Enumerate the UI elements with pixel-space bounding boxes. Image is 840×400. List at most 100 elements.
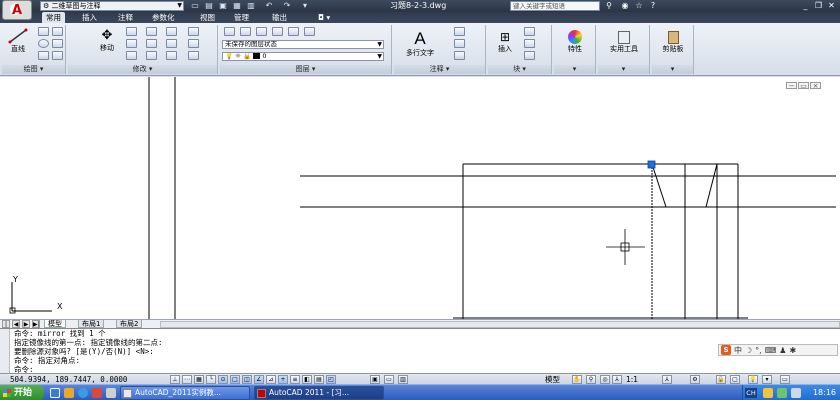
dimension-icon[interactable] [454,27,465,36]
infer-constraints-toggle[interactable]: ⊥ [170,375,180,384]
internet-explorer-icon[interactable] [78,388,88,398]
grid-display-toggle[interactable]: ▦ [194,375,204,384]
hatch-icon[interactable] [52,39,63,48]
tab-annotate[interactable]: 注释 [114,12,137,23]
layer-off-icon[interactable] [272,27,283,36]
steeringwheel-icon[interactable]: ◎ [600,375,610,384]
explorer-icon[interactable] [64,388,74,398]
workspace-switching-icon[interactable]: ⚙ [690,375,700,384]
toolbar-lock-icon[interactable]: 🔒 [716,375,726,384]
utilities-panel-expand[interactable]: ▾ [598,65,649,74]
quick-access-dropdown-icon[interactable]: ▾ [300,1,310,11]
isolate-objects-icon[interactable]: 💡 [748,375,758,384]
workspace-select[interactable]: ⚙ 二维草图与注释 ▼ [40,1,184,11]
tray-icon[interactable] [763,388,773,398]
lineweight-toggle[interactable]: ≡ [290,375,300,384]
star-icon[interactable]: ☆ [634,1,644,11]
model-space-button[interactable]: ▣ [370,375,380,384]
clipboard-panel-expand[interactable]: ▾ [652,65,693,74]
taskbar-item-tutorial[interactable]: AutoCAD_2011实例教... [120,386,250,400]
object-snap-tracking-toggle[interactable]: ∠ [254,375,264,384]
clean-screen-icon[interactable]: ▭ [780,375,790,384]
transparency-toggle[interactable]: ◧ [302,375,312,384]
polyline-icon[interactable] [38,27,49,36]
selection-cycling-toggle[interactable]: ◰ [326,375,336,384]
ime-toolbar[interactable]: S 中 ☽ °, ⌨ ♟ ✱ [718,344,838,356]
network-icon[interactable] [777,388,787,398]
dynamic-input-toggle[interactable]: + [278,375,288,384]
block-attribute-icon[interactable] [524,51,535,60]
quicklaunch-overflow-icon[interactable] [106,388,116,398]
table-icon[interactable] [454,51,465,60]
status-menu-icon[interactable]: ▾ [762,375,772,384]
circle-icon[interactable] [38,39,49,48]
rectangle-icon[interactable] [52,27,63,36]
annotation-panel-title[interactable]: 注释 ▾ [394,65,485,74]
object-snap-toggle[interactable]: □ [230,375,240,384]
moon-icon[interactable]: ☽ [745,346,752,355]
polar-tracking-toggle[interactable]: ⊙ [218,375,228,384]
layer-lock-icon[interactable] [288,27,299,36]
hardware-acceleration-icon[interactable]: ▢ [730,375,740,384]
draw-panel-title[interactable]: 绘图 ▾ [2,65,65,74]
ellipse-icon[interactable] [52,51,63,60]
layer-state-select[interactable]: 未保存的图层状态 ▼ [222,40,384,49]
scale-icon[interactable] [146,51,157,60]
tab-model[interactable]: 模型 [44,320,66,328]
next-layout-icon[interactable]: ▶ [22,320,30,328]
properties-button[interactable]: 特性 [556,27,594,57]
layer-isolate-icon[interactable] [240,27,251,36]
tab-output[interactable]: 输出 [268,12,291,23]
layer-freeze-icon[interactable] [256,27,267,36]
help-icon[interactable]: ? [648,1,658,11]
new-file-icon[interactable]: ▭ [190,1,200,11]
tab-layout2[interactable]: 布局2 [116,320,143,328]
offset-icon[interactable] [188,39,199,48]
open-file-icon[interactable]: ▤ [204,1,214,11]
prev-layout-icon[interactable]: ◀ [12,320,20,328]
settings-icon[interactable]: ✱ [789,346,796,355]
annotation-scale-icon[interactable]: ⅄ [612,375,622,384]
rotate-icon[interactable] [126,51,137,60]
dynamic-ucs-toggle[interactable]: ⊿ [266,375,276,384]
drawing-canvas[interactable]: − ▭ × Y X [0,77,840,319]
pan-icon[interactable]: ✋ [572,375,582,384]
trim-icon[interactable] [166,27,177,36]
layers-panel-title[interactable]: 图层 ▾ [220,65,391,74]
snap-mode-toggle[interactable]: ⋯ [182,375,192,384]
mirror-icon[interactable] [146,27,157,36]
command-window-handle[interactable] [0,329,10,374]
layer-properties-icon[interactable] [224,27,235,36]
tab-home[interactable]: 常用 [42,12,65,23]
keyboard-icon[interactable]: ⌨ [765,346,777,355]
utilities-button[interactable]: 实用工具 [600,27,648,57]
fillet-icon[interactable] [146,39,157,48]
save-icon[interactable]: ▣ [218,1,228,11]
skin-icon[interactable]: ♟ [779,346,786,355]
start-button[interactable]: 开始 [0,385,44,400]
show-desktop-icon[interactable] [50,388,60,398]
zoom-icon[interactable]: ⚲ [586,375,596,384]
leader-icon[interactable] [454,39,465,48]
tab-manage[interactable]: 管理 [230,12,253,23]
media-player-icon[interactable] [92,388,102,398]
ribbon-toggle-icon[interactable]: ◘ ▾ [314,12,334,23]
taskbar-item-autocad[interactable]: AutoCAD 2011 - [习... [254,386,384,400]
clipboard-button[interactable]: 剪贴板 [654,27,692,57]
punctuation-icon[interactable]: °, [755,346,762,355]
quick-properties-toggle[interactable]: ▤ [314,375,324,384]
language-indicator[interactable]: CH [745,388,757,398]
first-layout-icon[interactable]: |◀ [2,320,10,336]
tab-insert[interactable]: 插入 [78,12,101,23]
edit-block-icon[interactable] [524,39,535,48]
array-icon[interactable] [166,39,177,48]
ime-mode-label[interactable]: 中 [734,345,742,356]
insert-block-button[interactable]: ⊞ 插入 [492,27,518,57]
multiline-text-button[interactable]: A 多行文字 [400,27,440,61]
explode-icon[interactable] [188,27,199,36]
tab-view[interactable]: 视图 [196,12,219,23]
copy-icon[interactable] [126,27,137,36]
line-button[interactable]: 直线 [4,27,32,55]
tab-layout1[interactable]: 布局1 [78,320,105,328]
search-input[interactable]: 键入关键字或短语 [510,1,600,11]
